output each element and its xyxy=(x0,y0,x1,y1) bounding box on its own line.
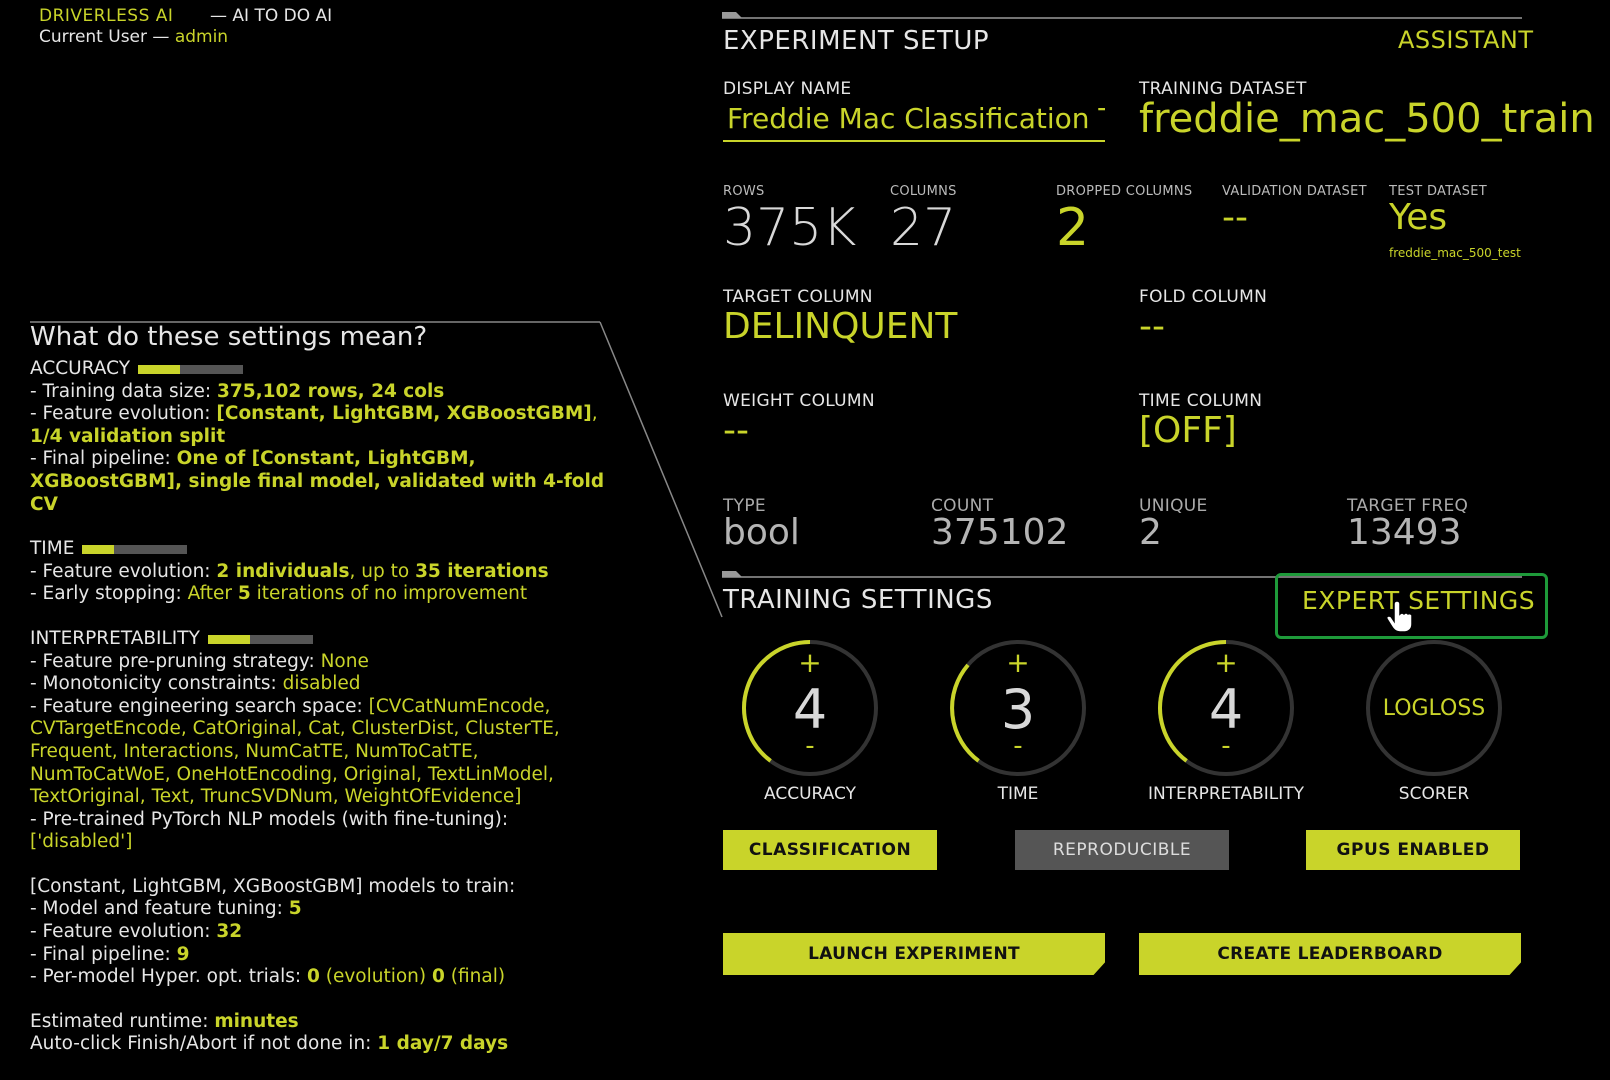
interpretability-level-bar xyxy=(207,634,313,644)
accuracy-level-bar xyxy=(138,364,244,374)
display-name-label: DISPLAY NAME xyxy=(723,79,852,99)
accuracy-dial-label: ACCURACY xyxy=(764,784,856,804)
models-line-1: - Model and feature tuning: 5 xyxy=(30,898,302,920)
count-value: 375102 xyxy=(931,512,1069,553)
scorer-dial-label: SCORER xyxy=(1398,784,1470,804)
interpretability-heading-row: INTERPRETABILITY xyxy=(30,628,620,651)
weight-column-label: WEIGHT COLUMN xyxy=(723,391,875,411)
time-column-label: TIME COLUMN xyxy=(1139,391,1263,411)
accuracy-line-1: - Training data size: 375,102 rows, 24 c… xyxy=(30,380,445,402)
target-freq-value: 13493 xyxy=(1347,512,1462,553)
gpus-enabled-toggle[interactable]: GPUS ENABLED xyxy=(1306,830,1520,870)
dropped-columns-label: DROPPED COLUMNS xyxy=(1056,184,1193,199)
accuracy-heading-row: ACCURACY xyxy=(30,358,620,381)
time-dial-arc xyxy=(950,663,980,763)
rows-value: 375K xyxy=(723,198,857,258)
time-heading-row: TIME xyxy=(30,538,620,561)
hand-cursor-icon xyxy=(1386,600,1413,633)
accuracy-line-3: - Final pipeline: One of [Constant, Ligh… xyxy=(30,448,605,515)
training-settings-title: TRAINING SETTINGS xyxy=(723,585,993,615)
runtime-line-2: Auto-click Finish/Abort if not done in: … xyxy=(30,1033,509,1055)
training-dataset-value[interactable]: freddie_mac_500_train xyxy=(1139,96,1595,142)
interpretability-line-4-value: ['disabled'] xyxy=(30,831,133,853)
create-leaderboard-button[interactable]: CREATE LEADERBOARD xyxy=(1139,933,1521,975)
display-name-input[interactable]: Freddie Mac Classification Tutorial xyxy=(723,102,1105,142)
fold-column-value[interactable]: -- xyxy=(1139,306,1165,347)
time-dial-label: TIME xyxy=(997,784,1039,804)
time-line-2: - Early stopping: After 5 iterations of … xyxy=(30,583,528,605)
assistant-button[interactable]: ASSISTANT xyxy=(1398,26,1534,54)
runtime-line-1: Estimated runtime: minutes xyxy=(30,1010,299,1032)
scorer-dial[interactable]: LOGLOSS xyxy=(1364,638,1504,782)
interpretability-heading: INTERPRETABILITY xyxy=(30,627,200,649)
models-line-2: - Feature evolution: 32 xyxy=(30,921,243,943)
time-level-bar xyxy=(82,544,188,554)
accuracy-line-2: - Feature evolution: [Constant, LightGBM… xyxy=(30,403,598,447)
settings-explanation-panel: What do these settings mean? ACCURACY - … xyxy=(30,322,620,1056)
type-value: bool xyxy=(723,512,800,553)
interpretability-plus-button: + xyxy=(1214,646,1237,679)
rows-label: ROWS xyxy=(723,184,765,199)
test-dataset-value[interactable]: Yes xyxy=(1389,197,1447,238)
time-heading: TIME xyxy=(30,538,75,560)
columns-value: 27 xyxy=(890,198,957,258)
unique-value: 2 xyxy=(1139,512,1162,553)
test-dataset-name: freddie_mac_500_test xyxy=(1389,246,1521,260)
time-dial[interactable]: + 3 - xyxy=(948,638,1088,782)
interpretability-dial-label: INTERPRETABILITY xyxy=(1147,784,1305,804)
interpretability-line-1: - Feature pre-pruning strategy: None xyxy=(30,650,369,672)
accuracy-minus-button: - xyxy=(805,731,814,761)
time-minus-button: - xyxy=(1013,731,1022,761)
time-plus-button: + xyxy=(1006,646,1029,679)
interpretability-line-4: - Pre-trained PyTorch NLP models (with f… xyxy=(30,808,509,830)
fold-column-label: FOLD COLUMN xyxy=(1139,287,1268,307)
interpretability-minus-button: - xyxy=(1221,731,1230,761)
columns-label: COLUMNS xyxy=(890,184,957,199)
models-line-4: - Per-model Hyper. opt. trials: 0 (evolu… xyxy=(30,966,506,988)
weight-column-value[interactable]: -- xyxy=(723,410,749,451)
launch-experiment-button[interactable]: LAUNCH EXPERIMENT xyxy=(723,933,1105,975)
setup-divider xyxy=(722,12,1522,19)
models-line-3: - Final pipeline: 9 xyxy=(30,943,190,965)
accuracy-heading: ACCURACY xyxy=(30,358,131,379)
time-column-value[interactable]: [OFF] xyxy=(1139,410,1237,451)
target-column-value[interactable]: DELINQUENT xyxy=(723,306,957,347)
accuracy-plus-button: + xyxy=(798,646,821,679)
models-heading: [Constant, LightGBM, XGBoostGBM] models … xyxy=(30,875,516,897)
reproducible-toggle[interactable]: REPRODUCIBLE xyxy=(1015,830,1229,870)
accuracy-dial[interactable]: + 4 - xyxy=(740,638,880,782)
validation-dataset-value[interactable]: -- xyxy=(1222,197,1248,238)
time-line-1: - Feature evolution: 2 individuals, up t… xyxy=(30,560,549,582)
interpretability-line-3: - Feature engineering search space: [CVC… xyxy=(30,695,560,808)
expert-settings-button[interactable]: EXPERT SETTINGS xyxy=(1302,586,1535,615)
classification-toggle[interactable]: CLASSIFICATION xyxy=(723,830,937,870)
target-column-label: TARGET COLUMN xyxy=(723,287,873,307)
experiment-setup-title: EXPERIMENT SETUP xyxy=(723,26,990,56)
interpretability-dial[interactable]: + 4 - xyxy=(1156,638,1296,782)
scorer-value: LOGLOSS xyxy=(1383,696,1486,721)
help-title: What do these settings mean? xyxy=(30,322,428,352)
dropped-columns-value[interactable]: 2 xyxy=(1056,198,1089,258)
interpretability-line-2: - Monotonicity constraints: disabled xyxy=(30,673,361,695)
